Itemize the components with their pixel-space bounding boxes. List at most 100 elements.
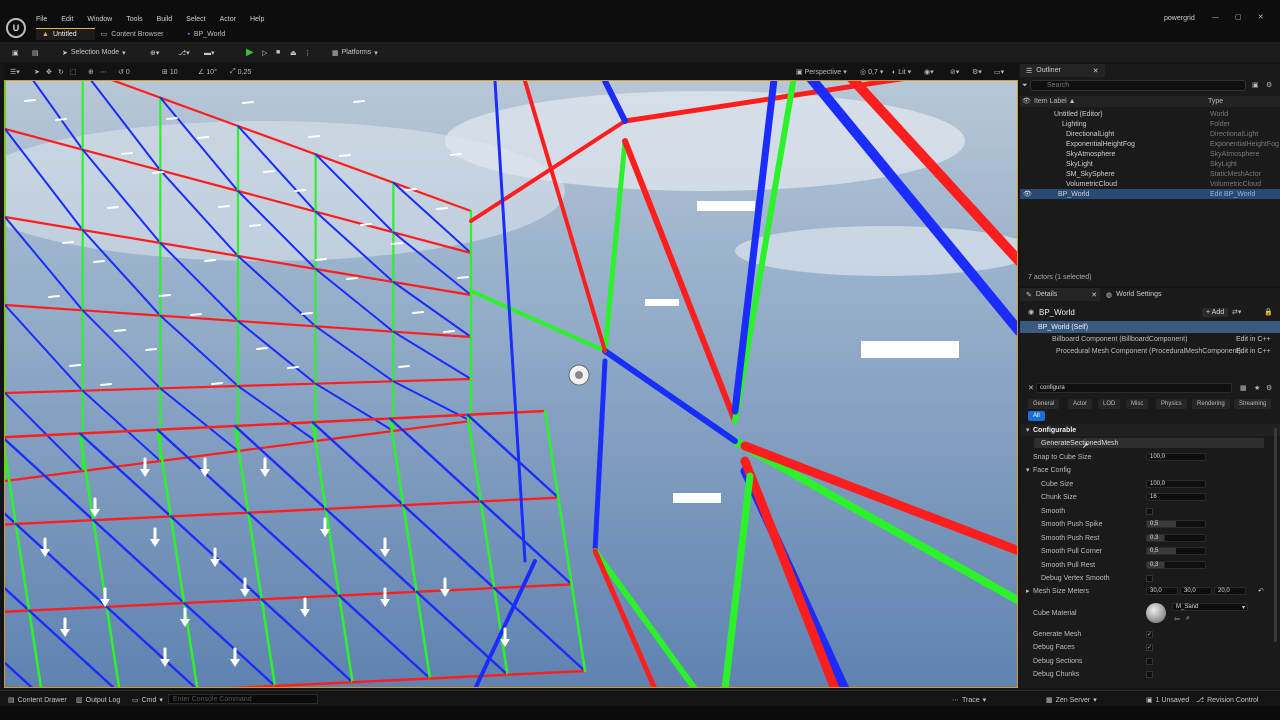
blueprint-options-icon[interactable]: ⇄▾ xyxy=(1232,308,1241,316)
category-rendering[interactable]: Rendering xyxy=(1192,399,1230,409)
tab-details[interactable]: ✎ Details ✕ xyxy=(1020,288,1104,301)
smooth-pull-corner-slider[interactable]: 0,5 xyxy=(1146,547,1206,555)
edit-in-cpp-link[interactable]: Edit in C++ xyxy=(1236,336,1271,343)
surface-snap-icon[interactable]: ⋯ xyxy=(100,67,107,77)
blueprint-menu-icon[interactable]: ⎇▾ xyxy=(178,46,190,59)
outliner-row[interactable]: DirectionalLight DirectionalLight xyxy=(1020,129,1280,139)
move-tool-icon[interactable]: ✥ xyxy=(46,67,52,77)
transform-menu-icon[interactable]: ☰▾ xyxy=(10,67,20,77)
filter-icon[interactable]: ⏷ xyxy=(1022,82,1028,90)
outliner-row[interactable]: SkyLight SkyLight xyxy=(1020,159,1280,169)
mesh-size-y-field[interactable]: 30,0 xyxy=(1180,587,1212,595)
add-actor-icon[interactable]: ⊕▾ xyxy=(150,46,159,59)
reset-arrow-icon[interactable]: ↶ xyxy=(1258,587,1264,595)
debug-vertex-smooth-checkbox[interactable] xyxy=(1146,574,1153,582)
outliner-row[interactable]: SM_SkySphere StaticMeshActor xyxy=(1020,169,1280,179)
smooth-pull-rest-slider[interactable]: 0,3 xyxy=(1146,561,1206,569)
outliner-row[interactable]: VolumetricCloud VolumetricCloud xyxy=(1020,179,1280,189)
component-billboard[interactable]: Billboard Component (BillboardComponent)… xyxy=(1020,333,1280,345)
realtime-icon[interactable]: ⊘▾ xyxy=(950,67,959,77)
category-lod[interactable]: LOD xyxy=(1098,399,1121,409)
unreal-logo-icon[interactable]: U xyxy=(6,18,26,38)
edit-in-cpp-link[interactable]: Edit in C++ xyxy=(1236,348,1271,355)
close-icon[interactable]: ✕ xyxy=(1093,67,1099,75)
world-local-icon[interactable]: ⊕ xyxy=(88,67,94,77)
cmd-dropdown[interactable]: ▭ Cmd ▾ xyxy=(132,695,163,705)
grid-snap[interactable]: ⊞ 10 xyxy=(162,67,178,77)
source-control-icon[interactable]: ▤ xyxy=(32,46,39,59)
menu-window[interactable]: Window xyxy=(87,16,112,23)
smooth-push-rest-slider[interactable]: 0,3 xyxy=(1146,534,1206,542)
category-physics[interactable]: Physics xyxy=(1156,399,1187,409)
maximize-icon[interactable]: ▢ xyxy=(1235,13,1242,21)
eject-icon[interactable]: ⏏ xyxy=(290,46,297,59)
select-tool-icon[interactable]: ➤ xyxy=(34,67,40,77)
component-procedural-mesh[interactable]: Procedural Mesh Component (ProceduralMes… xyxy=(1020,345,1280,357)
save-icon[interactable]: ▣ xyxy=(12,46,19,59)
category-all[interactable]: All xyxy=(1028,411,1045,421)
settings-icon[interactable]: ⚙ xyxy=(1266,384,1272,392)
cube-material-dropdown[interactable]: M_Sand ▾ xyxy=(1172,603,1248,611)
category-general[interactable]: General xyxy=(1028,399,1060,409)
outliner-row[interactable]: SkyAtmosphere SkyAtmosphere xyxy=(1020,149,1280,159)
debug-faces-checkbox[interactable]: ✓ xyxy=(1146,643,1153,651)
component-self[interactable]: BP_World (Self) xyxy=(1020,321,1280,333)
tab-bp-world[interactable]: ▪ BP_World xyxy=(181,28,243,40)
close-icon[interactable]: ✕ xyxy=(1258,13,1264,21)
outliner-row[interactable]: Lighting Folder xyxy=(1020,119,1280,129)
trace-dropdown[interactable]: ⋯ Trace ▾ xyxy=(952,695,986,705)
visibility-icon[interactable]: 👁 xyxy=(1023,190,1032,198)
fov-setting[interactable]: ◎ 0,7 ▾ xyxy=(860,67,883,77)
perspective-dropdown[interactable]: ▣ Perspective ▾ xyxy=(796,67,847,77)
generate-mesh-checkbox[interactable]: ✓ xyxy=(1146,630,1153,638)
favorite-star-icon[interactable]: ★ xyxy=(1254,384,1260,392)
menu-actor[interactable]: Actor xyxy=(220,16,236,23)
level-viewport[interactable] xyxy=(4,80,1018,688)
content-drawer-button[interactable]: ▤ Content Drawer xyxy=(8,695,67,705)
clear-search-icon[interactable]: ✕ xyxy=(1028,384,1034,392)
angle-snap[interactable]: ∠ 10° xyxy=(198,67,217,77)
tab-untitled[interactable]: ▲ Untitled xyxy=(36,28,95,40)
sun-gizmo-icon[interactable] xyxy=(568,364,590,386)
section-configurable[interactable]: ▾ Configurable xyxy=(1020,424,1280,436)
outliner-row[interactable]: Untitled (Editor) World xyxy=(1020,109,1280,119)
cinematics-icon[interactable]: ▬▾ xyxy=(204,46,215,59)
browse-arrow-icon[interactable]: ⇦ xyxy=(1174,615,1180,623)
tab-outliner[interactable]: ☰ Outliner ✕ xyxy=(1020,64,1105,77)
tab-world-settings[interactable]: ◍ World Settings xyxy=(1100,288,1168,301)
rotate-snap[interactable]: ↺ 0 xyxy=(118,67,130,77)
add-component-button[interactable]: + Add xyxy=(1202,307,1229,317)
col-type[interactable]: Type xyxy=(1208,98,1223,105)
show-flags-icon[interactable]: ◉▾ xyxy=(924,67,934,77)
cube-size-field[interactable]: 100,0 xyxy=(1146,480,1206,488)
menu-build[interactable]: Build xyxy=(157,16,173,23)
menu-tools[interactable]: Tools xyxy=(126,16,142,23)
menu-select[interactable]: Select xyxy=(186,16,205,23)
outliner-row-selected[interactable]: 👁 BP_World Edit BP_World xyxy=(1020,189,1280,199)
mesh-size-x-field[interactable]: 30,0 xyxy=(1146,587,1178,595)
play-icon[interactable]: ▶ xyxy=(246,46,254,59)
unsaved-button[interactable]: ▣ 1 Unsaved xyxy=(1146,695,1189,705)
lit-dropdown[interactable]: ◐ Lit ▾ xyxy=(892,67,911,77)
output-log-button[interactable]: ▥ Output Log xyxy=(76,695,120,705)
step-icon[interactable]: ▷ xyxy=(262,46,267,59)
settings-icon[interactable]: ⚙▾ xyxy=(972,67,982,77)
smooth-checkbox[interactable] xyxy=(1146,507,1153,515)
menu-help[interactable]: Help xyxy=(250,16,264,23)
close-icon[interactable]: ✕ xyxy=(1091,291,1097,299)
revision-control-button[interactable]: ⎇ Revision Control xyxy=(1196,695,1258,705)
add-folder-icon[interactable]: ▣ xyxy=(1252,81,1259,89)
details-search-input[interactable]: configura xyxy=(1036,383,1232,393)
mesh-size-z-field[interactable]: 20,0 xyxy=(1214,587,1246,595)
category-misc[interactable]: Misc xyxy=(1126,399,1149,409)
material-thumbnail[interactable] xyxy=(1146,603,1166,623)
rotate-tool-icon[interactable]: ↻ xyxy=(58,67,64,77)
scale-snap[interactable]: ⤢ 0,25 xyxy=(230,67,251,77)
debug-sections-checkbox[interactable] xyxy=(1146,657,1153,665)
section-face-config[interactable]: ▾ Face Config xyxy=(1020,464,1280,476)
category-actor[interactable]: Actor xyxy=(1068,399,1093,409)
console-command-input[interactable]: Enter Console Command xyxy=(168,694,318,704)
generate-sectioned-mesh-button[interactable]: GenerateSectionedMesh xyxy=(1034,438,1264,448)
lock-icon[interactable]: 🔒 xyxy=(1264,308,1273,316)
settings-icon[interactable]: ⚙ xyxy=(1266,81,1272,89)
